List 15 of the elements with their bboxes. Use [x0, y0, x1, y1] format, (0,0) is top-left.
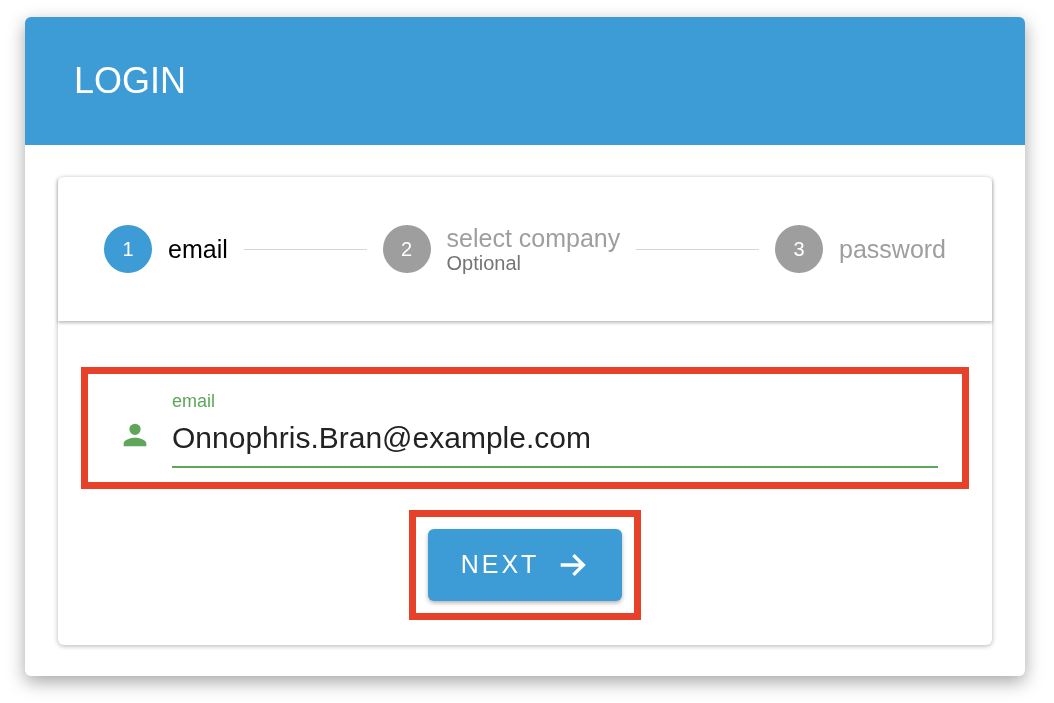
step-number: 3 — [775, 225, 823, 273]
step-label: password — [839, 236, 946, 262]
email-field[interactable]: email Onnophris.Bran@example.com — [81, 367, 969, 489]
header-title: LOGIN — [74, 59, 187, 103]
step[interactable]: 2 select company Optional — [382, 225, 621, 273]
field-value: Onnophris.Bran@example.com — [172, 420, 592, 456]
step-number: 1 — [104, 225, 152, 273]
field-label: email — [172, 390, 216, 413]
step-number: 2 — [382, 225, 431, 273]
step[interactable]: 3 password — [775, 225, 946, 273]
step-label: email — [168, 236, 228, 262]
step-label: select company — [446, 225, 621, 251]
next-button[interactable]: NEXT — [428, 529, 622, 601]
step-sublabel: Optional — [446, 252, 522, 273]
step[interactable]: 1 email — [104, 225, 228, 273]
